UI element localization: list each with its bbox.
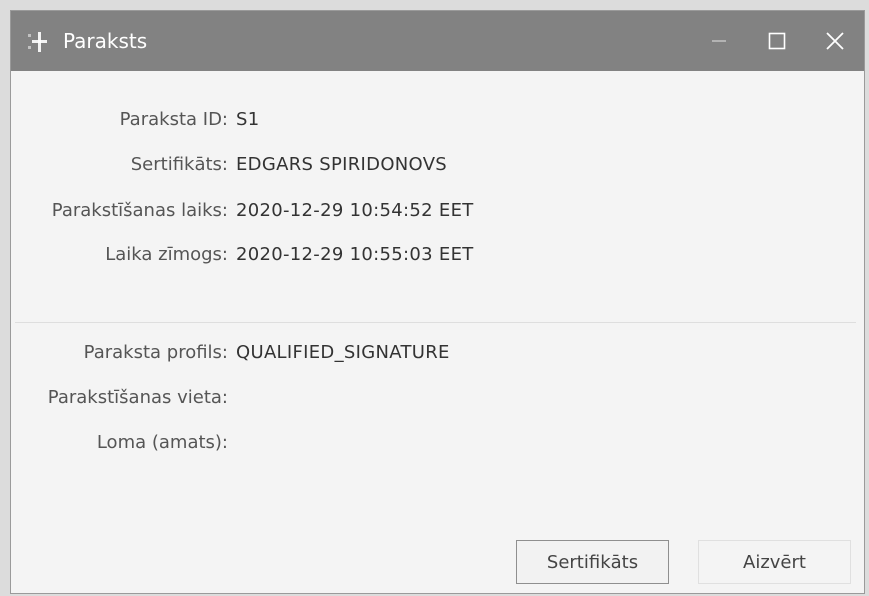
title-bar[interactable]: Paraksts [11, 11, 864, 71]
field-row-signing-time: Parakstīšanas laiks: 2020-12-29 10:54:52… [11, 195, 474, 225]
close-icon [826, 32, 844, 50]
field-row-timestamp: Laika zīmogs: 2020-12-29 10:55:03 EET [11, 239, 474, 269]
field-label: Laika zīmogs: [105, 243, 228, 265]
certificate-button[interactable]: Sertifikāts [516, 540, 669, 584]
field-row-signature-profile: Paraksta profils: QUALIFIED_SIGNATURE [11, 337, 450, 367]
minimize-icon [712, 40, 726, 42]
field-label: Parakstīšanas laiks: [51, 199, 228, 221]
field-row-certificate: Sertifikāts: EDGARS SPIRIDONOVS [11, 149, 447, 179]
signature-dialog: Paraksts Paraksta ID: S1 Sertifikāts: ED… [10, 10, 865, 594]
app-icon [28, 32, 47, 52]
field-label: Paraksta profils: [83, 341, 228, 363]
maximize-icon [768, 32, 786, 50]
field-value: EDGARS SPIRIDONOVS [236, 153, 448, 175]
field-row-signing-place: Parakstīšanas vieta: [11, 382, 236, 412]
field-row-signature-id: Paraksta ID: S1 [11, 104, 260, 134]
close-dialog-button[interactable]: Aizvērt [698, 540, 851, 584]
field-value: S1 [236, 108, 260, 130]
field-value: QUALIFIED_SIGNATURE [236, 341, 450, 363]
field-row-role: Loma (amats): [11, 427, 236, 457]
maximize-button[interactable] [748, 11, 806, 71]
window-controls [690, 11, 864, 71]
field-value: 2020-12-29 10:55:03 EET [236, 243, 474, 265]
minimize-button[interactable] [690, 11, 748, 71]
field-label: Sertifikāts: [130, 153, 228, 175]
close-button[interactable] [806, 11, 864, 71]
window-title: Paraksts [63, 29, 148, 53]
field-label: Loma (amats): [96, 431, 228, 453]
field-label: Parakstīšanas vieta: [47, 386, 228, 408]
dialog-content: Paraksta ID: S1 Sertifikāts: EDGARS SPIR… [11, 71, 864, 593]
section-divider [15, 322, 856, 323]
field-value: 2020-12-29 10:54:52 EET [236, 199, 474, 221]
field-label: Paraksta ID: [119, 108, 228, 130]
